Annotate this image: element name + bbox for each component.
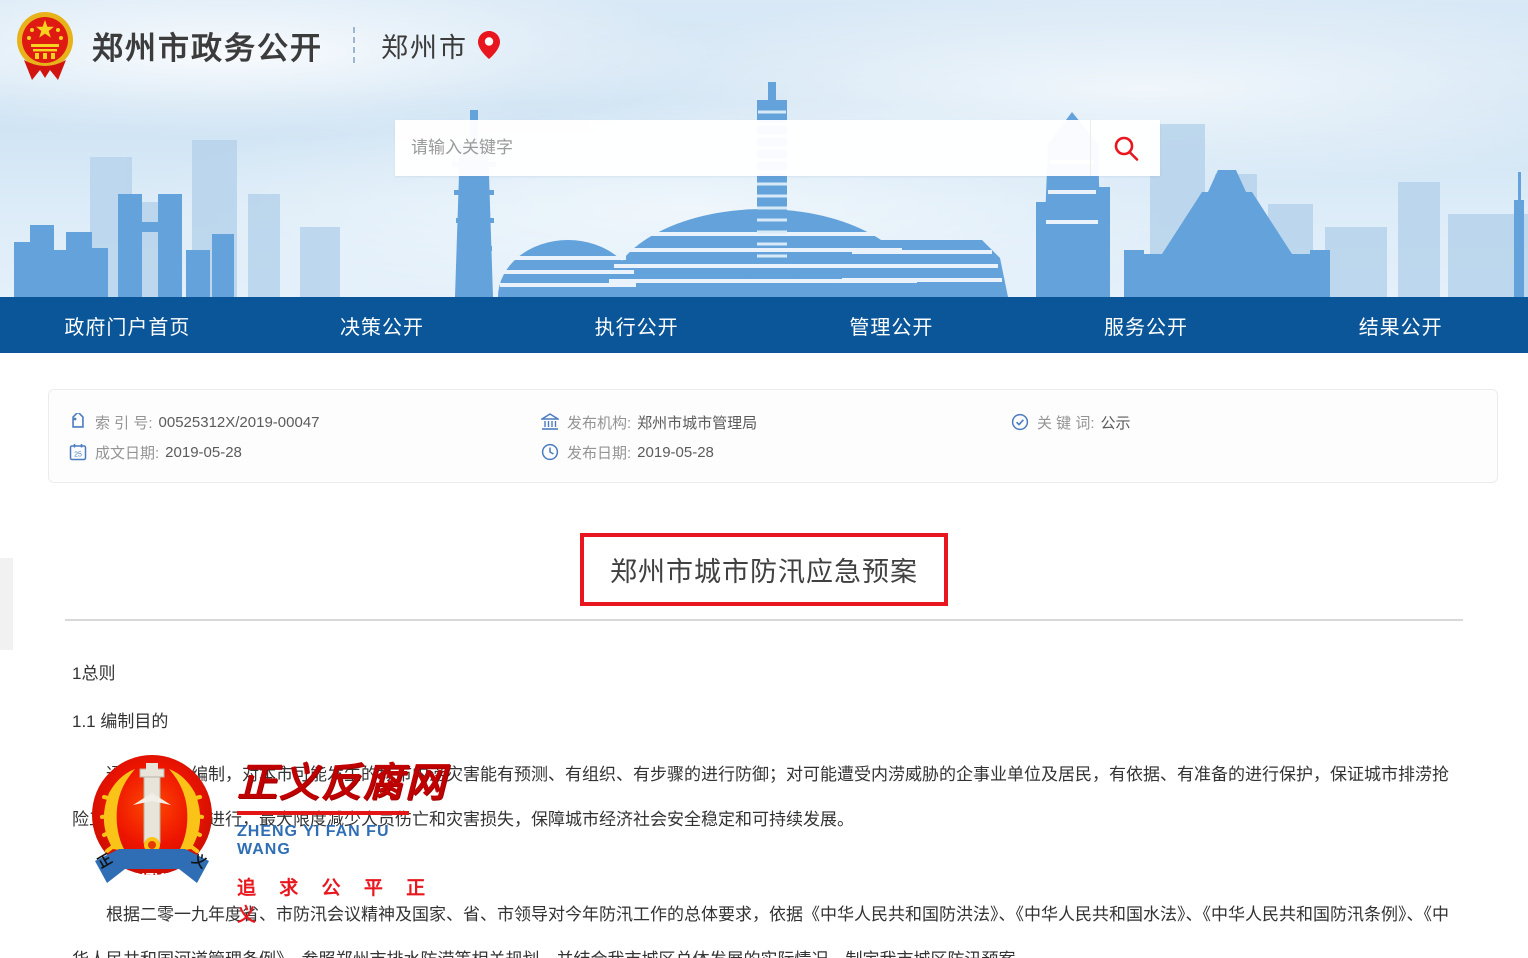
paragraph-purpose: 通过预案的编制，对本市可能发生的城市内涝灾害能有预测、有组织、有步骤的进行防御；… (72, 752, 1456, 842)
paragraph-basis: 根据二零一九年度省、市防汛会议精神及国家、省、市领导对今年防汛工作的总体要求，依… (72, 892, 1456, 958)
tag-icon (69, 413, 87, 431)
meta-date-written-value: 2019-05-28 (165, 444, 242, 461)
meta-agency-label: 发布机构: (567, 412, 631, 433)
meta-date-pub: 发布日期: 2019-05-28 (541, 437, 1011, 467)
title-area: 郑州市城市防汛应急预案 (0, 533, 1528, 606)
header-banner: 郑州市政务公开 郑州市 (0, 0, 1528, 297)
calendar-icon: 25 (69, 443, 87, 461)
article-body: 1总则 1.1 编制目的 通过预案的编制，对本市可能发生的城市内涝灾害能有预测、… (0, 651, 1528, 958)
meta-keyword-value: 公示 (1101, 412, 1131, 433)
clock-icon (541, 443, 559, 461)
left-edge-strip (0, 558, 13, 650)
site-title: 郑州市政务公开 (92, 23, 323, 68)
meta-keyword: 关 键 词: 公示 (1011, 407, 1497, 437)
nav-item-management[interactable]: 管理公开 (764, 297, 1019, 353)
main-nav: 政府门户首页 决策公开 执行公开 管理公开 服务公开 结果公开 (0, 297, 1528, 353)
svg-text:25: 25 (74, 452, 82, 459)
search-button[interactable] (1090, 120, 1160, 176)
city-name-label: 郑州市 (381, 26, 468, 65)
search-input[interactable] (395, 120, 1090, 176)
meta-empty-cell (1011, 437, 1497, 467)
city-selector[interactable]: 郑州市 (381, 26, 500, 65)
title-divider (65, 619, 1463, 621)
nav-item-execution[interactable]: 执行公开 (509, 297, 764, 353)
brand-separator (353, 27, 355, 63)
section-heading-1: 1总则 (72, 651, 1456, 696)
brand-area: 郑州市政务公开 郑州市 (14, 8, 500, 82)
nav-item-decision[interactable]: 决策公开 (255, 297, 510, 353)
section-heading-1-1: 1.1 编制目的 (72, 699, 1456, 744)
location-pin-icon (478, 31, 500, 59)
meta-index: 索 引 号: 00525312X/2019-00047 (69, 407, 541, 437)
city-skyline-illustration (0, 82, 1528, 297)
page-title: 郑州市城市防汛应急预案 (610, 550, 918, 589)
meta-index-label: 索 引 号: (95, 412, 153, 433)
national-emblem-logo (14, 10, 76, 80)
meta-date-pub-label: 发布日期: (567, 442, 631, 463)
search-bar (395, 120, 1160, 176)
title-highlight-box: 郑州市城市防汛应急预案 (580, 533, 948, 606)
document-meta-card: 索 引 号: 00525312X/2019-00047 发布机构: 郑州市城市管… (48, 389, 1498, 483)
shield-check-icon (1011, 413, 1029, 431)
nav-item-result[interactable]: 结果公开 (1273, 297, 1528, 353)
meta-agency: 发布机构: 郑州市城市管理局 (541, 407, 1011, 437)
nav-item-service[interactable]: 服务公开 (1019, 297, 1274, 353)
meta-date-pub-value: 2019-05-28 (637, 444, 714, 461)
meta-keyword-label: 关 键 词: (1037, 412, 1095, 433)
meta-agency-value: 郑州市城市管理局 (637, 412, 757, 433)
government-building-icon (541, 413, 559, 431)
meta-date-written-label: 成文日期: (95, 442, 159, 463)
meta-date-written: 25 成文日期: 2019-05-28 (69, 437, 541, 467)
search-icon (1113, 135, 1139, 161)
nav-item-home[interactable]: 政府门户首页 (0, 297, 255, 353)
meta-index-value: 00525312X/2019-00047 (159, 414, 320, 431)
